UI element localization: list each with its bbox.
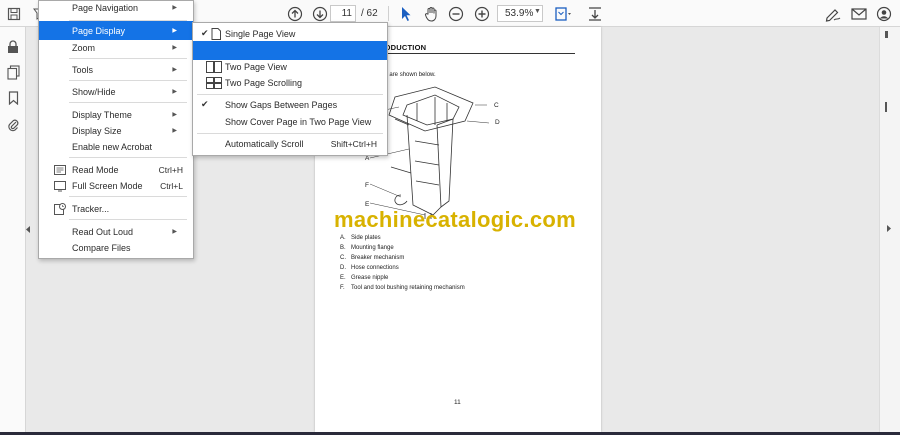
callout-a: A bbox=[365, 155, 370, 162]
callout-f: F bbox=[365, 182, 369, 189]
watermark-text: machinecatalogic.com bbox=[334, 207, 576, 232]
list-item: F. Tool and tool bushing retaining mechan… bbox=[340, 285, 465, 292]
scroll-mode-icon[interactable] bbox=[585, 4, 605, 24]
expand-right-panel-arrow[interactable] bbox=[886, 223, 891, 235]
select-pointer-icon[interactable] bbox=[396, 4, 416, 24]
menu-item-zoom[interactable]: Zoom ▶ bbox=[39, 38, 193, 57]
save-icon[interactable] bbox=[4, 4, 24, 24]
zoom-dropdown-caret[interactable]: ▼ bbox=[534, 8, 541, 15]
checkmark-icon: ✔ bbox=[201, 99, 209, 109]
arrow-down-circle-icon[interactable] bbox=[310, 4, 330, 24]
page-total: / 62 bbox=[361, 8, 378, 19]
menu-separator bbox=[69, 196, 187, 197]
page-fit-icon[interactable] bbox=[553, 4, 573, 24]
page-number-input[interactable]: 11 bbox=[330, 5, 356, 22]
zoom-out-icon[interactable] bbox=[446, 4, 466, 24]
list-item: C. Breaker mechanism bbox=[340, 255, 405, 262]
scroll-thumb-top[interactable] bbox=[885, 31, 888, 38]
right-panel-rail bbox=[879, 27, 900, 432]
user-icon[interactable] bbox=[874, 4, 894, 24]
callout-c: C bbox=[494, 102, 499, 109]
submenu-item-automatically-scroll[interactable]: Automatically Scroll Shift+Ctrl+H bbox=[193, 134, 387, 153]
single-page-icon bbox=[211, 27, 221, 40]
sign-icon[interactable] bbox=[823, 4, 843, 24]
lock-icon[interactable] bbox=[5, 39, 21, 55]
heading-rule bbox=[379, 53, 575, 54]
list-item: A. Side plates bbox=[340, 235, 381, 241]
list-item: D. Hose connections bbox=[340, 265, 399, 272]
submenu-item-show-cover-page[interactable]: Show Cover Page in Two Page View bbox=[193, 112, 387, 131]
bookmark-icon[interactable] bbox=[5, 90, 21, 106]
menu-item-enable-new-acrobat[interactable]: Enable new Acrobat bbox=[39, 137, 193, 156]
callout-d: D bbox=[495, 119, 500, 126]
menu-item-tracker[interactable]: Tracker... bbox=[39, 199, 193, 218]
list-item: E. Grease nipple bbox=[340, 275, 389, 282]
view-menu: Page Navigation ▶ Page Display ▶ Zoom ▶ Too… bbox=[38, 0, 194, 259]
parts-list: A. Side plates B. Mounting flange C. Breake… bbox=[340, 233, 465, 294]
menu-separator bbox=[69, 102, 187, 103]
zoom-in-icon[interactable] bbox=[472, 4, 492, 24]
tracker-icon bbox=[54, 202, 66, 215]
left-navigation-rail bbox=[0, 27, 30, 435]
pages-icon[interactable] bbox=[5, 64, 21, 80]
collapse-left-panel-arrow[interactable] bbox=[24, 221, 32, 237]
mail-icon[interactable] bbox=[849, 4, 869, 24]
full-screen-icon bbox=[54, 180, 66, 191]
submenu-item-two-page-scrolling[interactable]: Two Page Scrolling bbox=[193, 73, 387, 92]
menu-separator bbox=[69, 219, 187, 220]
list-item: B. Mounting flange bbox=[340, 245, 394, 252]
two-page-icon bbox=[206, 60, 222, 73]
read-mode-icon bbox=[54, 164, 66, 175]
menu-item-compare-files[interactable]: Compare Files bbox=[39, 238, 193, 257]
menu-item-show-hide[interactable]: Show/Hide ▶ bbox=[39, 82, 193, 101]
toolbar-divider bbox=[388, 6, 389, 21]
page-number: 11 bbox=[454, 399, 461, 406]
page-display-submenu: ✔ Single Page View Two Page View Two Pag… bbox=[192, 22, 388, 156]
two-page-scrolling-icon bbox=[206, 76, 222, 89]
checkmark-icon: ✔ bbox=[201, 28, 209, 38]
menu-item-page-navigation[interactable]: Page Navigation ▶ bbox=[39, 0, 193, 17]
menu-separator bbox=[69, 58, 187, 59]
menu-separator bbox=[69, 157, 187, 158]
menu-item-tools[interactable]: Tools ▶ bbox=[39, 60, 193, 79]
arrow-up-circle-icon[interactable] bbox=[285, 4, 305, 24]
menu-separator bbox=[69, 80, 187, 81]
attachment-icon[interactable] bbox=[5, 116, 21, 132]
menu-item-full-screen-mode[interactable]: Full Screen Mode Ctrl+L bbox=[39, 176, 193, 195]
hand-icon[interactable] bbox=[421, 4, 441, 24]
scroll-marker[interactable] bbox=[885, 102, 887, 112]
